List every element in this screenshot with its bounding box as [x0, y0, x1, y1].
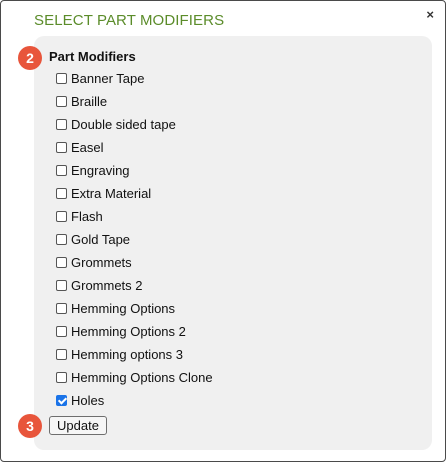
modifier-item-hemming-options-2[interactable]: Hemming Options 2: [56, 320, 213, 343]
checkbox[interactable]: [56, 211, 67, 222]
checkbox[interactable]: [56, 96, 67, 107]
modifier-item-grommets[interactable]: Grommets: [56, 251, 213, 274]
modifier-item-braille[interactable]: Braille: [56, 90, 213, 113]
checkbox[interactable]: [56, 303, 67, 314]
checkbox[interactable]: [56, 119, 67, 130]
modifier-label: Braille: [71, 94, 108, 109]
checkbox-checked[interactable]: [56, 395, 67, 406]
modifier-label: Hemming Options Clone: [71, 370, 213, 385]
modifier-label: Banner Tape: [71, 71, 145, 86]
modifier-label: Hemming Options 2: [71, 324, 186, 339]
checkbox[interactable]: [56, 165, 67, 176]
modifier-item-gold-tape[interactable]: Gold Tape: [56, 228, 213, 251]
modifier-label: Hemming options 3: [71, 347, 183, 362]
checkbox[interactable]: [56, 73, 67, 84]
checkbox[interactable]: [56, 280, 67, 291]
checkbox[interactable]: [56, 142, 67, 153]
modifier-label: Holes: [71, 393, 105, 408]
modifier-item-hemming-options-3[interactable]: Hemming options 3: [56, 343, 213, 366]
modifier-item-flash[interactable]: Flash: [56, 205, 213, 228]
section-heading: Part Modifiers: [49, 49, 136, 64]
checkbox[interactable]: [56, 234, 67, 245]
modifier-label: Engraving: [71, 163, 130, 178]
modifier-item-grommets-2[interactable]: Grommets 2: [56, 274, 213, 297]
modifier-label: Extra Material: [71, 186, 152, 201]
modifier-item-double-sided-tape[interactable]: Double sided tape: [56, 113, 213, 136]
select-part-modifiers-dialog: SELECT PART MODIFIERS × 2 Part Modifiers…: [0, 0, 446, 462]
modifier-label: Hemming Options: [71, 301, 176, 316]
modifier-item-extra-material[interactable]: Extra Material: [56, 182, 213, 205]
modifier-item-banner-tape[interactable]: Banner Tape: [56, 67, 213, 90]
modifier-label: Grommets 2: [71, 278, 143, 293]
modifier-label: Easel: [71, 140, 104, 155]
modifier-label: Grommets: [71, 255, 132, 270]
checkbox[interactable]: [56, 326, 67, 337]
checkbox[interactable]: [56, 188, 67, 199]
dialog-title: SELECT PART MODIFIERS: [34, 12, 225, 29]
update-button[interactable]: Update: [49, 416, 107, 435]
checkbox[interactable]: [56, 257, 67, 268]
modifier-label: Flash: [71, 209, 103, 224]
checkbox[interactable]: [56, 349, 67, 360]
modifier-item-hemming-options[interactable]: Hemming Options: [56, 297, 213, 320]
modifier-item-holes[interactable]: Holes: [56, 389, 213, 412]
checkbox[interactable]: [56, 372, 67, 383]
modifier-item-easel[interactable]: Easel: [56, 136, 213, 159]
close-button[interactable]: ×: [426, 7, 434, 23]
modifier-list: Banner Tape Braille Double sided tape Ea…: [56, 67, 213, 412]
step-badge-2: 2: [18, 46, 42, 70]
modifier-label: Double sided tape: [71, 117, 176, 132]
modifier-label: Gold Tape: [71, 232, 131, 247]
modifier-item-engraving[interactable]: Engraving: [56, 159, 213, 182]
step-badge-3: 3: [18, 414, 42, 438]
modifier-item-hemming-options-clone[interactable]: Hemming Options Clone: [56, 366, 213, 389]
